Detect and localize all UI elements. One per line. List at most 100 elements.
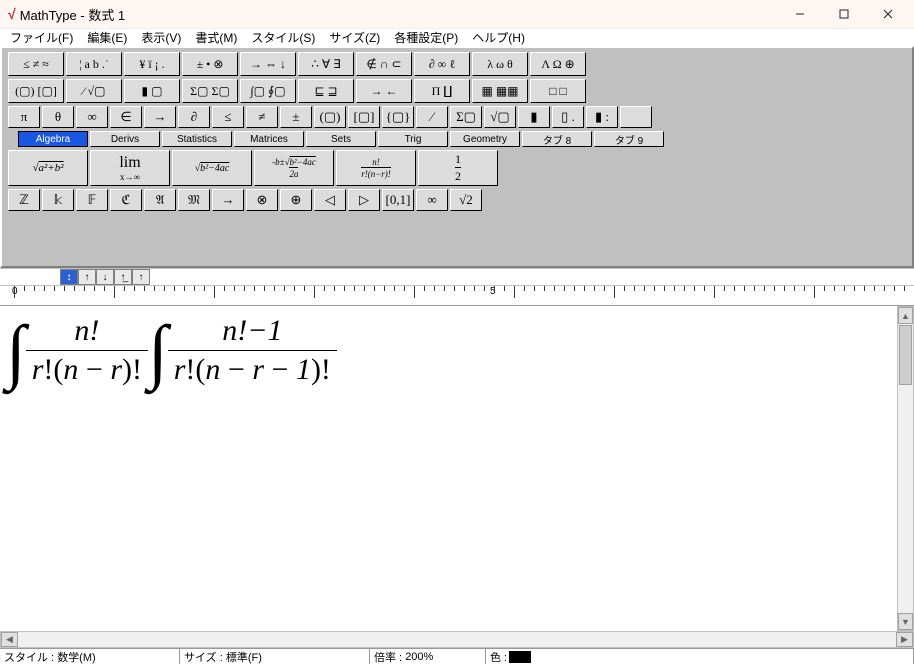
tab-trig[interactable]: Trig [378, 131, 448, 147]
scroll-right-icon[interactable]: ▶ [896, 632, 913, 647]
equation-canvas[interactable]: ∫ n! r!(n − r)! ∫ n!−1 r!(n − r − 1)! [0, 306, 897, 631]
horizontal-scrollbar[interactable]: ◀ ▶ [0, 631, 914, 648]
sym-infinity[interactable]: ∞ [76, 106, 108, 128]
sym-pm[interactable]: ± [280, 106, 312, 128]
tab-geometry[interactable]: Geometry [450, 131, 520, 147]
minimize-button[interactable] [778, 0, 822, 28]
palette-boxes[interactable]: □ □ [530, 79, 586, 103]
sym-sqrt[interactable]: √▢ [484, 106, 516, 128]
scroll-up-icon[interactable]: ▲ [898, 307, 913, 324]
align-btn-2[interactable]: ↑ [78, 269, 96, 285]
scroll-down-icon[interactable]: ▼ [898, 613, 913, 630]
sym-tri-l[interactable]: ◁ [314, 189, 346, 211]
palette-embellish[interactable]: ¥ ï ¡ . [124, 52, 180, 76]
sym-M[interactable]: 𝔐 [178, 189, 210, 211]
sym-Z[interactable]: ℤ [8, 189, 40, 211]
align-btn-3[interactable]: ↓ [96, 269, 114, 285]
tmpl-pythag[interactable]: √a²+b² [8, 150, 88, 186]
palette-operators[interactable]: ± • ⊗ [182, 52, 238, 76]
sym-A[interactable]: 𝔄 [144, 189, 176, 211]
sym-bracket[interactable]: [▢] [348, 106, 380, 128]
menu-view[interactable]: 表示(V) [135, 28, 187, 47]
tmpl-combination[interactable]: n!r!(n−r)! [336, 150, 416, 186]
toolbar-panel: ≤ ≠ ≈ ¦ a b .˙ ¥ ï ¡ . ± • ⊗ → ⇔ ↓ ∴ ∀ ∃… [0, 46, 914, 268]
tab-statistics[interactable]: Statistics [162, 131, 232, 147]
sym-inf2[interactable]: ∞ [416, 189, 448, 211]
sym-blank[interactable] [620, 106, 652, 128]
sym-sup[interactable]: ▮ [518, 106, 550, 128]
tmpl-limit[interactable]: limx→∞ [90, 150, 170, 186]
palette-greek-lower[interactable]: λ ω θ [472, 52, 528, 76]
palette-misc[interactable]: ∂ ∞ ℓ [414, 52, 470, 76]
sym-partial[interactable]: ∂ [178, 106, 210, 128]
sym-sqrt2[interactable]: √2 [450, 189, 482, 211]
ruler[interactable]: 0 5 [0, 286, 914, 306]
sym-element[interactable]: ∈ [110, 106, 142, 128]
menu-format[interactable]: 書式(M) [189, 28, 243, 47]
palette-arrows[interactable]: → ⇔ ↓ [240, 52, 296, 76]
tab-8[interactable]: タブ 8 [522, 131, 592, 147]
scroll-left-icon[interactable]: ◀ [1, 632, 18, 647]
sym-oplus[interactable]: ⊕ [280, 189, 312, 211]
sym-theta[interactable]: θ [42, 106, 74, 128]
sym-interval[interactable]: [0,1] [382, 189, 414, 211]
palette-fractions[interactable]: ⁄ √▢ [66, 79, 122, 103]
close-button[interactable] [866, 0, 910, 28]
palette-logic[interactable]: ∴ ∀ ∃ [298, 52, 354, 76]
menu-help[interactable]: ヘルプ(H) [466, 28, 531, 47]
align-btn-1[interactable]: ↕ [60, 269, 78, 285]
palette-fences[interactable]: (▢) [▢] [8, 79, 64, 103]
palette-products[interactable]: Π ∐ [414, 79, 470, 103]
tmpl-quadratic[interactable]: -b±√b²−4ac2a [254, 150, 334, 186]
palette-matrices[interactable]: ▦ ▦▦ [472, 79, 528, 103]
sym-C[interactable]: ℭ [110, 189, 142, 211]
tab-matrices[interactable]: Matrices [234, 131, 304, 147]
palette-sets[interactable]: ∉ ∩ ⊂ [356, 52, 412, 76]
sym-pi[interactable]: π [8, 106, 40, 128]
sym-brace[interactable]: {▢} [382, 106, 414, 128]
tab-derivs[interactable]: Derivs [90, 131, 160, 147]
sym-tri-r[interactable]: ▷ [348, 189, 380, 211]
sym-colon[interactable]: ▮ : [586, 106, 618, 128]
vertical-scrollbar[interactable]: ▲ ▼ [897, 306, 914, 631]
menu-file[interactable]: ファイル(F) [4, 28, 79, 47]
tab-sets[interactable]: Sets [306, 131, 376, 147]
integral-icon-2: ∫ [148, 315, 168, 387]
tmpl-discriminant[interactable]: √b²−4ac [172, 150, 252, 186]
palette-greek-upper[interactable]: Λ Ω ⊕ [530, 52, 586, 76]
sym-leq[interactable]: ≤ [212, 106, 244, 128]
color-swatch[interactable] [509, 651, 531, 663]
tmpl-half[interactable]: 12 [418, 150, 498, 186]
sym-neq[interactable]: ≠ [246, 106, 278, 128]
sym-paren[interactable]: (▢) [314, 106, 346, 128]
menu-prefs[interactable]: 各種設定(P) [388, 28, 464, 47]
small-symbol-row: π θ ∞ ∈ → ∂ ≤ ≠ ± (▢) [▢] {▢} ⁄ Σ▢ √▢ ▮ … [8, 106, 906, 128]
palette-subscripts[interactable]: ▮ ▢ [124, 79, 180, 103]
menu-bar: ファイル(F) 編集(E) 表示(V) 書式(M) スタイル(S) サイズ(Z)… [0, 28, 914, 46]
palette-integrals[interactable]: ∫▢ ∮▢ [240, 79, 296, 103]
sym-F[interactable]: 𝔽 [76, 189, 108, 211]
sym-arrow[interactable]: → [144, 106, 176, 128]
palette-labeled-arrows[interactable]: → ← [356, 79, 412, 103]
maximize-button[interactable] [822, 0, 866, 28]
menu-size[interactable]: サイズ(Z) [323, 28, 386, 47]
scroll-thumb[interactable] [899, 325, 912, 385]
sym-sigma[interactable]: Σ▢ [450, 106, 482, 128]
tab-algebra[interactable]: Algebra [18, 131, 88, 147]
tab-9[interactable]: タブ 9 [594, 131, 664, 147]
palette-bars[interactable]: ⊑ ⊒ [298, 79, 354, 103]
menu-edit[interactable]: 編集(E) [81, 28, 133, 47]
palette-sums[interactable]: Σ▢ Σ▢ [182, 79, 238, 103]
status-style: スタイル : 数学(M) [0, 649, 180, 664]
palette-relations[interactable]: ≤ ≠ ≈ [8, 52, 64, 76]
sym-to[interactable]: → [212, 189, 244, 211]
sym-otimes[interactable]: ⊗ [246, 189, 278, 211]
sym-frac[interactable]: ⁄ [416, 106, 448, 128]
palette-spaces[interactable]: ¦ a b .˙ [66, 52, 122, 76]
align-btn-5[interactable]: ↑ [132, 269, 150, 285]
blackboard-row: ℤ 𝕜 𝔽 ℭ 𝔄 𝔐 → ⊗ ⊕ ◁ ▷ [0,1] ∞ √2 [8, 189, 906, 211]
sym-dot[interactable]: ▯ . [552, 106, 584, 128]
align-btn-4[interactable]: ↑̲ [114, 269, 132, 285]
sym-k[interactable]: 𝕜 [42, 189, 74, 211]
menu-style[interactable]: スタイル(S) [245, 28, 321, 47]
